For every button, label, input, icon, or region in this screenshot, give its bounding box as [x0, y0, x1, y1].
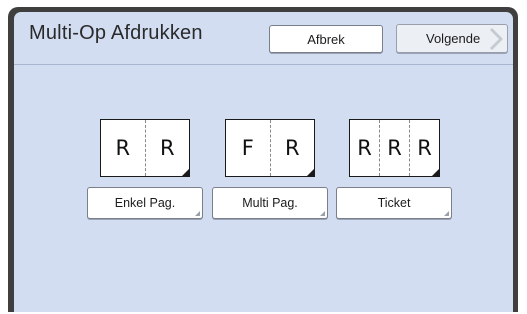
page-letter: R [115, 136, 131, 160]
dialog-panel: Multi-Op Afdrukken Afbrek Volgende R R E… [14, 12, 513, 312]
next-button[interactable]: Volgende [396, 24, 508, 53]
page-title: Multi-Op Afdrukken [29, 22, 203, 44]
chevron-right-icon [489, 27, 503, 51]
ticket-button[interactable]: Ticket [336, 187, 452, 219]
corner-icon [195, 211, 200, 216]
corner-icon [320, 211, 325, 216]
cancel-button[interactable]: Afbrek [269, 25, 383, 53]
multi-page-button[interactable]: Multi Pag. [212, 187, 328, 219]
page-fold-icon [181, 168, 190, 177]
next-button-label: Volgende [426, 31, 481, 46]
ticket-button-label: Ticket [377, 196, 411, 210]
page-letter: F [241, 136, 254, 160]
multi-page-button-label: Multi Pag. [242, 196, 298, 210]
page-letter: R [357, 136, 372, 160]
single-page-button[interactable]: Enkel Pag. [87, 187, 203, 219]
ticket-layout-icon: R R R [349, 119, 440, 177]
page-fold-icon [431, 168, 440, 177]
single-page-layout-icon: R R [100, 119, 190, 177]
corner-icon [444, 211, 449, 216]
single-page-button-label: Enkel Pag. [114, 196, 176, 210]
page-fold-icon [306, 168, 315, 177]
multi-page-layout-icon: F R [225, 119, 315, 177]
dialog-header: Multi-Op Afdrukken Afbrek Volgende [14, 12, 513, 65]
cancel-button-label: Afbrek [307, 31, 345, 47]
page-letter: R [379, 120, 409, 176]
